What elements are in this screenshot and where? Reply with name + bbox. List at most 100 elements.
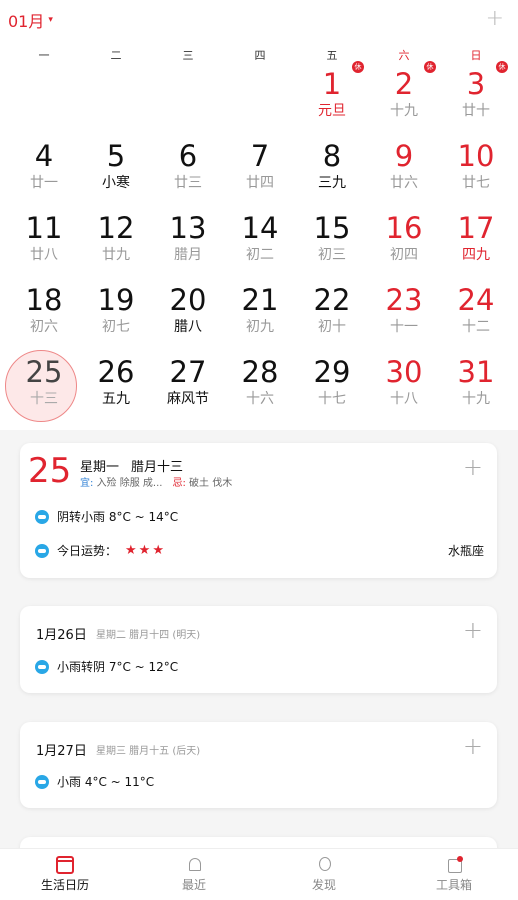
day-cell[interactable]: 18 初六 <box>8 282 80 354</box>
ji-label: 忌: <box>172 478 186 489</box>
lunar-label: 廿一 <box>30 175 58 191</box>
day-number: 20 <box>169 283 207 317</box>
day-number: 30 <box>385 355 423 389</box>
tab-discover[interactable]: 发现 <box>284 856 364 893</box>
day-cell[interactable]: 7 廿四 <box>224 138 296 210</box>
lunar-label: 初七 <box>102 319 130 335</box>
day-cell[interactable]: 20 腊八 <box>152 282 224 354</box>
forecast-date: 1月27日 <box>36 744 87 759</box>
weather-row: 小雨 4°C ~ 11°C <box>35 773 154 790</box>
weather-row: 小雨转阴 7°C ~ 12°C <box>35 658 178 675</box>
calendar-panel: 01月 ▾ + 一二三四五六日 1 元旦休 2 十九休 3 廿十休 4 廿一 5 小寒 6 廿三 7 廿四… <box>0 0 518 430</box>
day-cell[interactable]: 17 四九 <box>440 210 512 282</box>
weather-text: 阴转小雨 8°C ~ 14°C <box>57 510 179 524</box>
add-event-button[interactable]: + <box>463 616 483 644</box>
tab-label: 发现 <box>311 878 336 892</box>
bulb-icon <box>315 856 333 874</box>
cloud-icon <box>35 509 49 524</box>
day-number: 29 <box>313 355 351 389</box>
lunar-label: 腊八 <box>174 319 202 335</box>
day-number: 4 <box>34 139 54 173</box>
lunar-label: 十一 <box>390 319 418 335</box>
day-number: 26 <box>97 355 135 389</box>
bell-icon <box>185 856 203 874</box>
day-cell[interactable]: 10 廿七 <box>440 138 512 210</box>
day-cell[interactable]: 3 廿十休 <box>440 61 512 138</box>
day-cell[interactable]: 27 麻风节 <box>152 354 224 426</box>
day-cell[interactable]: 14 初二 <box>224 210 296 282</box>
day-cell[interactable]: 16 初四 <box>368 210 440 282</box>
lunar-label: 小寒 <box>102 175 130 191</box>
day-cell[interactable]: 31 十九 <box>440 354 512 426</box>
lunar-label: 三九 <box>318 175 346 191</box>
weekday-label: 四 <box>254 49 266 62</box>
day-cell[interactable]: 2 十九休 <box>368 61 440 138</box>
today-card[interactable]: 25 星期一 腊月十三 宜: 入殓 除服 成... 忌: 破土 伐木 + 阴转小… <box>20 443 497 578</box>
lunar-label: 廿十 <box>462 103 490 119</box>
lunar-label: 元旦 <box>318 103 346 119</box>
day-cell[interactable]: 21 初九 <box>224 282 296 354</box>
add-icon[interactable]: + <box>486 6 504 31</box>
day-cell[interactable]: 25 十三 <box>5 350 80 426</box>
fortune-stars: ★★★ <box>125 543 166 558</box>
day-number: 5 <box>106 139 126 173</box>
lunar-label: 初四 <box>390 247 418 263</box>
day-number: 16 <box>385 211 423 245</box>
lunar-label: 十九 <box>390 103 418 119</box>
day-cell[interactable]: 26 五九 <box>80 354 152 426</box>
lunar-label: 廿九 <box>102 247 130 263</box>
day-cell[interactable]: 19 初七 <box>80 282 152 354</box>
fortune-icon <box>35 543 49 558</box>
fortune-label: 今日运势： <box>57 544 118 558</box>
bottom-tab-bar: 生活日历 最近 发现 工具箱 <box>0 848 518 900</box>
day-cell[interactable]: 11 廿八 <box>8 210 80 282</box>
day-cell[interactable]: 29 十七 <box>296 354 368 426</box>
lunar-label: 十六 <box>246 391 274 407</box>
add-event-button[interactable]: + <box>463 732 483 760</box>
day-cell[interactable]: 9 廿六 <box>368 138 440 210</box>
day-cell[interactable]: 28 十六 <box>224 354 296 426</box>
tab-toolbox[interactable]: 工具箱 <box>414 856 494 893</box>
day-number: 14 <box>241 211 279 245</box>
day-cell[interactable]: 15 初三 <box>296 210 368 282</box>
rain-icon <box>35 774 49 789</box>
lunar-label: 初三 <box>318 247 346 263</box>
tab-label: 生活日历 <box>40 878 89 892</box>
tab-recent[interactable]: 最近 <box>154 856 234 893</box>
month-selector[interactable]: 01月 ▾ <box>8 8 53 32</box>
lunar-label: 初十 <box>318 319 346 335</box>
day-cell[interactable]: 4 廿一 <box>8 138 80 210</box>
day-cell[interactable]: 6 廿三 <box>152 138 224 210</box>
lunar-label: 十八 <box>390 391 418 407</box>
fortune-row[interactable]: 今日运势： ★★★ <box>35 542 166 559</box>
tab-life-calendar[interactable]: 生活日历 <box>25 856 105 893</box>
lunar-label: 腊月 <box>174 247 202 263</box>
lunar-label: 四九 <box>462 247 490 263</box>
zodiac-label[interactable]: 水瓶座 <box>448 542 484 559</box>
app-root: 01月 ▾ + 一二三四五六日 1 元旦休 2 十九休 3 廿十休 4 廿一 5 小寒 6 廿三 7 廿四… <box>0 0 518 900</box>
weekday-header: 一二三四五六日 <box>0 47 518 63</box>
day-number: 24 <box>457 283 495 317</box>
add-event-button[interactable]: + <box>463 453 483 481</box>
day-cell[interactable]: 23 十一 <box>368 282 440 354</box>
day-cell[interactable]: 1 元旦休 <box>296 61 368 138</box>
day-cell[interactable]: 13 腊月 <box>152 210 224 282</box>
toolbox-icon <box>445 856 463 874</box>
lunar-label: 廿三 <box>174 175 202 191</box>
forecast-sub: 星期三 腊月十五 (后天) <box>96 746 201 757</box>
day-cell[interactable]: 30 十八 <box>368 354 440 426</box>
yi-text: 入殓 除服 成... <box>96 478 163 489</box>
rain-icon <box>35 659 49 674</box>
day-cell[interactable]: 5 小寒 <box>80 138 152 210</box>
lunar-label: 十九 <box>462 391 490 407</box>
lunar-label: 廿七 <box>462 175 490 191</box>
day-cell[interactable]: 8 三九 <box>296 138 368 210</box>
forecast-card[interactable]: 1月26日 星期二 腊月十四 (明天) + 小雨转阴 7°C ~ 12°C <box>20 606 497 693</box>
day-number: 17 <box>457 211 495 245</box>
day-cell[interactable]: 22 初十 <box>296 282 368 354</box>
day-cell[interactable]: 24 十二 <box>440 282 512 354</box>
calendar-icon <box>56 856 74 874</box>
weekday-label: 一 <box>38 49 50 62</box>
day-cell[interactable]: 12 廿九 <box>80 210 152 282</box>
forecast-card[interactable]: 1月27日 星期三 腊月十五 (后天) + 小雨 4°C ~ 11°C <box>20 722 497 808</box>
